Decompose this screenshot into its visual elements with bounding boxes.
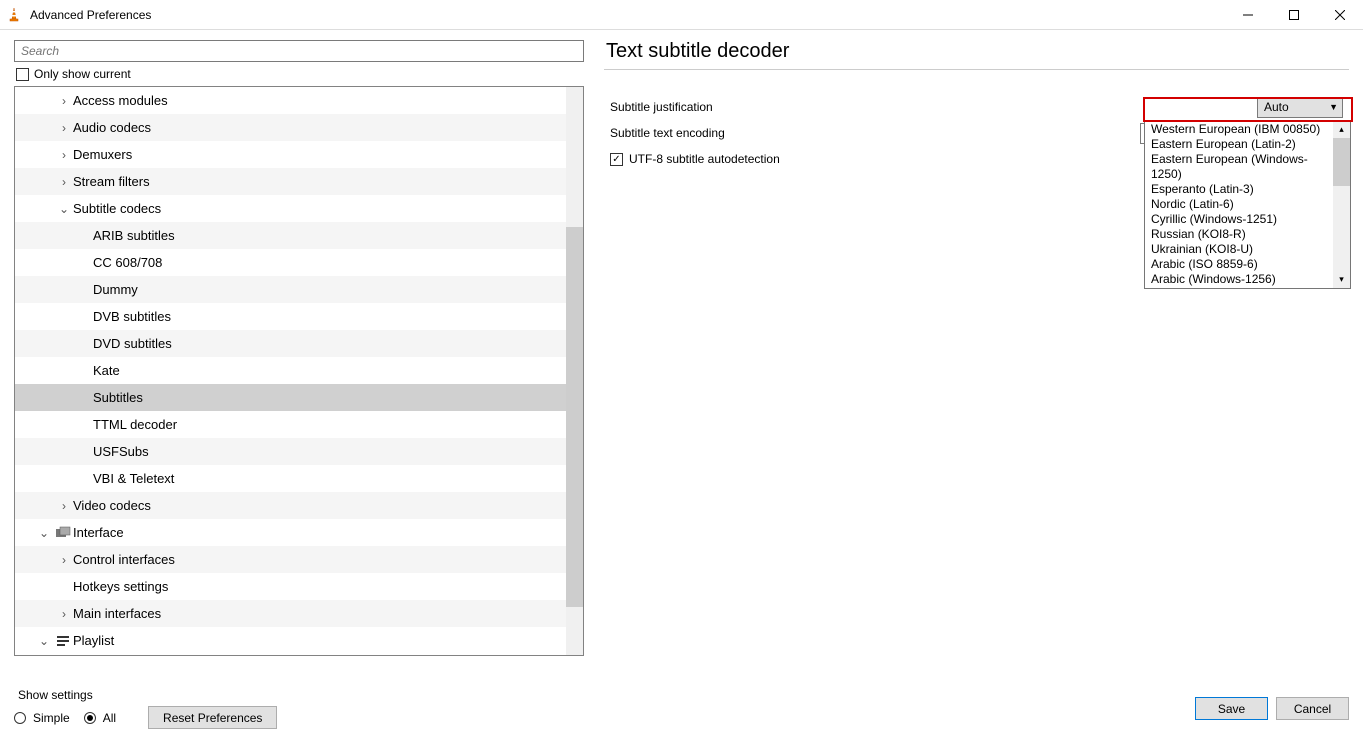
dropdown-item[interactable]: Arabic (Windows-1256) xyxy=(1145,272,1333,287)
tree-item-audio-codecs[interactable]: ›Audio codecs xyxy=(15,114,566,141)
tree-item-main-interfaces[interactable]: ›Main interfaces xyxy=(15,600,566,627)
tree-item-subtitle-codecs[interactable]: ⌄Subtitle codecs xyxy=(15,195,566,222)
minimize-button[interactable] xyxy=(1225,0,1271,29)
vlc-cone-icon xyxy=(6,7,22,23)
checkbox-checked-icon: ✓ xyxy=(610,153,623,166)
radio-checked-icon xyxy=(84,712,96,724)
save-button[interactable]: Save xyxy=(1195,697,1268,720)
close-button[interactable] xyxy=(1317,0,1363,29)
tree-item-cc608[interactable]: CC 608/708 xyxy=(15,249,566,276)
tree-item-control-interfaces[interactable]: ›Control interfaces xyxy=(15,546,566,573)
left-pane: Only show current ›Access modules ›Audio… xyxy=(0,30,590,686)
tree-item-stream-filters[interactable]: ›Stream filters xyxy=(15,168,566,195)
chevron-right-icon[interactable]: › xyxy=(55,499,73,513)
chevron-right-icon[interactable]: › xyxy=(55,121,73,135)
scroll-down-icon[interactable]: ▾ xyxy=(1333,271,1350,288)
chevron-right-icon[interactable]: › xyxy=(55,148,73,162)
cancel-button[interactable]: Cancel xyxy=(1276,697,1349,720)
tree-item-interface[interactable]: ⌄Interface xyxy=(15,519,566,546)
subtitle-justification-select[interactable]: Auto ▼ xyxy=(1257,97,1343,118)
tree-item-usf[interactable]: USFSubs xyxy=(15,438,566,465)
tree-item-ttml[interactable]: TTML decoder xyxy=(15,411,566,438)
tree-item-demuxers[interactable]: ›Demuxers xyxy=(15,141,566,168)
checkbox-empty-icon xyxy=(16,68,29,81)
dropdown-item[interactable]: Esperanto (Latin-3) xyxy=(1145,182,1333,197)
dropdown-item[interactable]: Russian (KOI8-R) xyxy=(1145,227,1333,242)
scroll-up-icon[interactable]: ▴ xyxy=(1333,121,1350,138)
tree-item-subtitles[interactable]: Subtitles xyxy=(15,384,566,411)
dropdown-item[interactable]: Eastern European (Windows-1250) xyxy=(1145,152,1333,182)
chevron-down-icon[interactable]: ⌄ xyxy=(35,526,53,540)
panel-title: Text subtitle decoder xyxy=(604,38,1349,70)
tree-item-dvb[interactable]: DVB subtitles xyxy=(15,303,566,330)
scrollbar-thumb[interactable] xyxy=(1333,138,1350,186)
tree-item-hotkeys[interactable]: Hotkeys settings xyxy=(15,573,566,600)
simple-radio[interactable]: Simple xyxy=(14,711,70,725)
dropdown-item[interactable]: Cyrillic (Windows-1251) xyxy=(1145,212,1333,227)
all-radio[interactable]: All xyxy=(84,711,116,725)
encoding-dropdown-list[interactable]: Western European (IBM 00850) Eastern Eur… xyxy=(1144,120,1351,289)
chevron-right-icon[interactable]: › xyxy=(55,553,73,567)
search-input[interactable] xyxy=(14,40,584,62)
tree-item-access-modules[interactable]: ›Access modules xyxy=(15,87,566,114)
bottom-bar: Show settings Simple All Reset Preferenc… xyxy=(0,686,1363,731)
chevron-down-icon: ▼ xyxy=(1329,102,1338,112)
tree-item-video-codecs[interactable]: ›Video codecs xyxy=(15,492,566,519)
interface-icon xyxy=(53,526,73,540)
tree-item-dvd[interactable]: DVD subtitles xyxy=(15,330,566,357)
dropdown-item[interactable]: Ukrainian (KOI8-U) xyxy=(1145,242,1333,257)
utf8-autodetection-label: UTF-8 subtitle autodetection xyxy=(629,152,780,166)
chevron-right-icon[interactable]: › xyxy=(55,94,73,108)
only-show-current-checkbox[interactable]: Only show current xyxy=(14,64,580,84)
window-title: Advanced Preferences xyxy=(30,8,151,22)
dropdown-scrollbar[interactable]: ▴ ▾ xyxy=(1333,121,1350,288)
chevron-right-icon[interactable]: › xyxy=(55,175,73,189)
radio-unchecked-icon xyxy=(14,712,26,724)
subtitle-encoding-label: Subtitle text encoding xyxy=(610,126,725,140)
maximize-button[interactable] xyxy=(1271,0,1317,29)
subtitle-justification-label: Subtitle justification xyxy=(610,100,713,114)
tree-item-dummy[interactable]: Dummy xyxy=(15,276,566,303)
only-show-current-label: Only show current xyxy=(34,67,131,81)
chevron-down-icon[interactable]: ⌄ xyxy=(35,634,53,648)
dropdown-item[interactable]: Eastern European (Latin-2) xyxy=(1145,137,1333,152)
tree-item-vbi[interactable]: VBI & Teletext xyxy=(15,465,566,492)
dropdown-item[interactable]: Western European (IBM 00850) xyxy=(1145,122,1333,137)
window-controls xyxy=(1225,0,1363,29)
show-settings-label: Show settings xyxy=(14,688,277,702)
chevron-down-icon[interactable]: ⌄ xyxy=(55,202,73,216)
tree-item-playlist[interactable]: ⌄Playlist xyxy=(15,627,566,654)
tree-item-arib[interactable]: ARIB subtitles xyxy=(15,222,566,249)
preferences-tree: ›Access modules ›Audio codecs ›Demuxers … xyxy=(14,86,584,656)
tree-scrollbar[interactable] xyxy=(566,87,583,655)
scrollbar-thumb[interactable] xyxy=(566,227,583,607)
right-pane: Text subtitle decoder Subtitle justifica… xyxy=(590,30,1363,686)
playlist-icon xyxy=(53,634,73,648)
titlebar: Advanced Preferences xyxy=(0,0,1363,30)
dropdown-item[interactable]: Arabic (ISO 8859-6) xyxy=(1145,257,1333,272)
select-value: Auto xyxy=(1264,100,1289,114)
dropdown-item[interactable]: Nordic (Latin-6) xyxy=(1145,197,1333,212)
reset-preferences-button[interactable]: Reset Preferences xyxy=(148,706,277,729)
chevron-right-icon[interactable]: › xyxy=(55,607,73,621)
tree-item-kate[interactable]: Kate xyxy=(15,357,566,384)
